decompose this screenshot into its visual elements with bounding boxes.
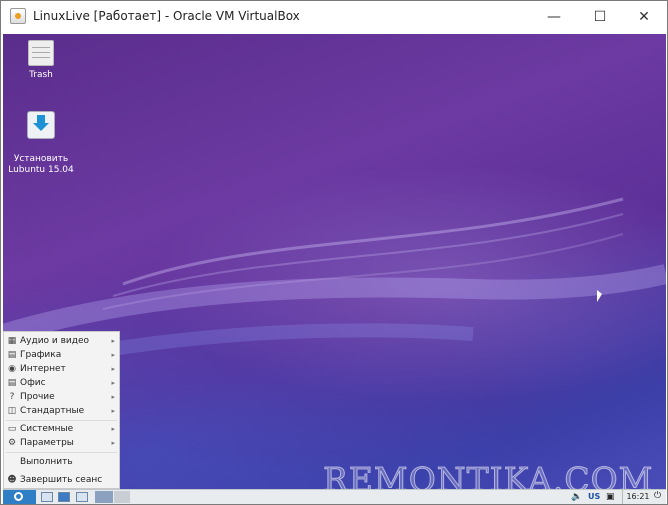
virtualbox-icon	[10, 8, 26, 24]
browser-icon[interactable]	[76, 492, 88, 502]
minimize-icon: —	[547, 9, 561, 25]
desktop-icon-label: Trash	[29, 70, 53, 80]
menu-item-office[interactable]: ▤ Офис ▸	[4, 376, 119, 390]
menu-item-logout[interactable]: ☻ Завершить сеанс	[4, 473, 119, 487]
title-bar[interactable]: LinuxLive [Работает] - Oracle VM Virtual…	[1, 1, 667, 33]
desktop-icon-label: Установить Lubuntu 15.04	[8, 154, 74, 175]
menu-item-other[interactable]: ? Прочие ▸	[4, 390, 119, 404]
network-icon[interactable]: ▣	[606, 492, 615, 502]
start-menu-button[interactable]	[3, 490, 36, 504]
chevron-right-icon: ▸	[111, 337, 115, 345]
menu-separator	[6, 452, 117, 453]
virtualbox-window: LinuxLive [Работает] - Oracle VM Virtual…	[0, 0, 668, 505]
clock[interactable]: 16:21	[622, 490, 653, 504]
chevron-right-icon: ▸	[111, 351, 115, 359]
multimedia-icon: ▦	[7, 336, 17, 346]
accessories-icon: ◫	[7, 406, 17, 416]
maximize-icon: ☐	[593, 9, 607, 25]
menu-item-internet[interactable]: ◉ Интернет ▸	[4, 362, 119, 376]
mouse-pointer-icon	[597, 290, 602, 302]
menu-item-settings[interactable]: ⚙ Параметры ▸	[4, 436, 119, 450]
install-icon	[27, 111, 55, 139]
trash-icon	[28, 40, 54, 66]
office-icon: ▤	[7, 378, 17, 388]
chevron-right-icon: ▸	[111, 407, 115, 415]
start-menu: ▦ Аудио и видео ▸ ▤ Графика ▸ ◉ Интернет…	[3, 331, 120, 489]
menu-item-graphics[interactable]: ▤ Графика ▸	[4, 348, 119, 362]
logout-icon: ☻	[7, 475, 17, 485]
maximize-button[interactable]: ☐	[577, 1, 623, 33]
menu-item-run[interactable]: Выполнить	[4, 455, 119, 469]
taskbar: 🔈 US ▣ 16:21 ⏻	[3, 489, 666, 504]
chevron-right-icon: ▸	[111, 439, 115, 447]
chevron-right-icon: ▸	[111, 393, 115, 401]
internet-icon: ◉	[8, 364, 16, 374]
workspace-2[interactable]	[114, 491, 130, 503]
power-icon[interactable]: ⏻	[654, 491, 661, 501]
menu-item-accessories[interactable]: ◫ Стандартные ▸	[4, 404, 119, 418]
show-desktop-icon[interactable]	[41, 492, 53, 502]
keyboard-layout[interactable]: US	[588, 492, 600, 501]
workspace-1[interactable]	[95, 491, 113, 503]
watermark: REMONTIKA.COM	[322, 460, 654, 490]
graphics-icon: ▤	[7, 350, 17, 360]
minimize-button[interactable]: —	[531, 1, 577, 33]
other-icon: ?	[9, 392, 15, 402]
system-icon: ▭	[7, 424, 17, 434]
chevron-right-icon: ▸	[111, 379, 115, 387]
menu-item-system[interactable]: ▭ Системные ▸	[4, 422, 119, 436]
desktop-icon-install[interactable]: Установить Lubuntu 15.04	[3, 100, 81, 187]
desktop-icon-trash[interactable]: Trash	[3, 40, 81, 81]
chevron-right-icon: ▸	[111, 425, 115, 433]
settings-icon: ⚙	[7, 438, 17, 448]
menu-separator	[6, 420, 117, 421]
file-manager-icon[interactable]	[58, 492, 70, 502]
volume-icon[interactable]: 🔈	[571, 492, 582, 502]
menu-item-audio-video[interactable]: ▦ Аудио и видео ▸	[4, 334, 119, 348]
window-title: LinuxLive [Работает] - Oracle VM Virtual…	[33, 9, 300, 23]
close-button[interactable]: ✕	[621, 1, 667, 33]
close-icon: ✕	[638, 9, 650, 25]
chevron-right-icon: ▸	[111, 365, 115, 373]
